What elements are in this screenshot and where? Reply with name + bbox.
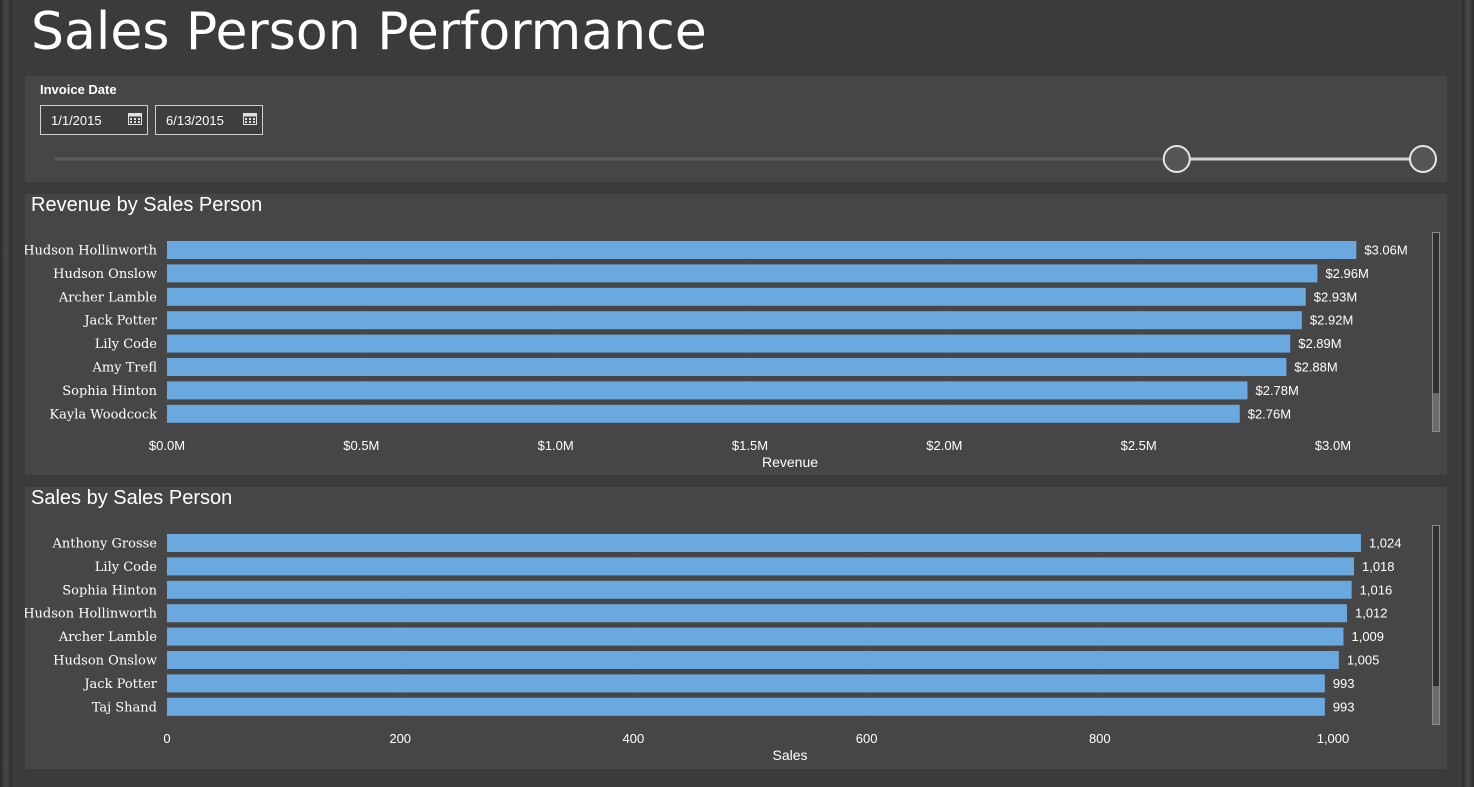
category-label: Lily Code [95,560,158,575]
data-label: 1,016 [1360,582,1393,597]
x-tick-label: 600 [856,731,878,746]
data-label: $2.92M [1310,313,1353,328]
bar [167,241,1357,259]
x-tick-label: $1.0M [538,438,574,453]
x-axis-title: Sales [772,747,807,763]
data-label: 993 [1333,699,1355,714]
data-label: $2.96M [1325,266,1368,281]
data-label: 993 [1333,676,1355,691]
scrollbar-thumb[interactable] [1433,686,1439,724]
bar [167,358,1287,376]
data-label: 1,024 [1369,536,1402,551]
page-title: Sales Person Performance [31,2,707,62]
category-label: Sophia Hinton [62,583,157,598]
data-label: $2.88M [1294,360,1337,375]
bar [167,557,1354,576]
x-tick-label: 0 [163,731,170,746]
date-range-slider[interactable] [25,76,1447,182]
x-tick-label: $2.0M [926,438,962,453]
revenue-chart-scrollbar[interactable] [1432,232,1440,432]
x-tick-label: $0.0M [149,438,185,453]
x-tick-label: $0.5M [343,438,379,453]
data-label: 1,018 [1362,559,1395,574]
bar [167,311,1302,330]
data-label: 1,009 [1351,629,1384,644]
data-label: $3.06M [1364,243,1407,258]
x-tick-label: $2.5M [1121,438,1157,453]
sales-chart-panel: Sales by Sales Person Anthony Grosse 1,02… [25,487,1447,769]
category-label: Anthony Grosse [52,537,158,552]
category-label: Jack Potter [82,314,157,329]
bar [167,580,1352,599]
bar [167,604,1347,623]
slider-end-handle[interactable] [1409,145,1437,173]
x-tick-label: 400 [623,731,645,746]
bar [167,674,1325,693]
x-tick-label: 1,000 [1317,731,1350,746]
data-label: $2.89M [1298,336,1341,351]
x-axis-title: Revenue [762,454,818,470]
data-label: 1,005 [1347,653,1380,668]
data-label: 1,012 [1355,606,1388,621]
category-label: Archer Lamble [58,630,157,645]
window-frame-left [0,0,12,787]
category-label: Archer Lamble [58,290,157,305]
category-label: Kayla Woodcock [49,407,157,422]
bar [167,334,1291,353]
category-label: Hudson Hollinworth [25,244,158,259]
category-label: Taj Shand [92,700,157,715]
bar [167,264,1318,283]
invoice-date-slicer: Invoice Date 1/1/2015 6/13/2015 [25,76,1447,182]
category-label: Hudson Onslow [53,267,157,282]
sales-chart-scrollbar[interactable] [1432,525,1440,725]
data-label: $2.76M [1248,406,1291,421]
category-label: Sophia Hinton [62,384,157,399]
x-tick-label: $1.5M [732,438,768,453]
window-frame-right [1462,0,1474,787]
category-label: Jack Potter [82,677,157,692]
category-label: Hudson Onslow [53,654,157,669]
data-label: $2.78M [1255,383,1298,398]
bar [167,627,1344,646]
bar [167,287,1306,306]
category-label: Hudson Hollinworth [25,607,158,622]
scrollbar-thumb[interactable] [1433,393,1439,431]
bar [167,381,1248,400]
slider-start-handle[interactable] [1162,145,1191,173]
sales-bar-chart: Anthony Grosse 1,024 Lily Code 1,018 Sophia … [25,530,1402,763]
category-label: Lily Code [95,337,158,352]
bar [167,651,1339,669]
x-tick-label: 800 [1089,731,1111,746]
bar [167,534,1361,552]
revenue-bar-chart: Hudson Hollinworth $3.06M Hudson Onslow $2.… [25,237,1408,470]
x-tick-label: $3.0M [1315,438,1351,453]
bar [167,697,1325,716]
bar [167,404,1240,423]
x-tick-label: 200 [389,731,411,746]
category-label: Amy Trefl [92,361,158,376]
revenue-chart-panel: Revenue by Sales Person Hudson Hollinwor… [25,194,1447,475]
data-label: $2.93M [1314,289,1357,304]
